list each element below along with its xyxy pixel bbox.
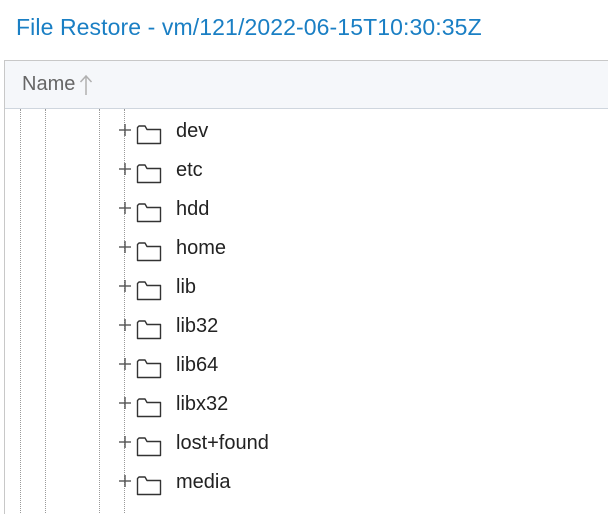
tree-row[interactable]: lost+found (5, 425, 608, 464)
tree-row-label: lib32 (176, 315, 219, 337)
plus-icon[interactable] (118, 201, 132, 215)
tree-row-label: home (176, 237, 227, 259)
folder-icon (136, 398, 162, 418)
tree-row[interactable]: home (5, 230, 608, 269)
title-bar: File Restore - vm/121/2022-06-15T10:30:3… (0, 0, 608, 60)
file-tree-grid: Name dev etc hdd home lib lib32 lib64 libx32 los… (4, 60, 608, 514)
folder-icon (136, 164, 162, 184)
tree-row[interactable]: lib32 (5, 308, 608, 347)
folder-icon (136, 242, 162, 262)
plus-icon[interactable] (118, 318, 132, 332)
plus-icon[interactable] (118, 396, 132, 410)
tree-row-label: lib64 (176, 354, 219, 376)
plus-icon[interactable] (118, 435, 132, 449)
tree-row[interactable]: lib64 (5, 347, 608, 386)
tree-row[interactable]: dev (5, 113, 608, 152)
tree-row[interactable]: etc (5, 152, 608, 191)
tree-row[interactable]: lib (5, 269, 608, 308)
tree-row-label: lib (176, 276, 197, 298)
folder-icon (136, 320, 162, 340)
folder-icon (136, 359, 162, 379)
arrow-up-icon (80, 74, 93, 95)
column-header-name[interactable]: Name (22, 73, 93, 96)
tree-row-label: etc (176, 159, 203, 181)
tree-row[interactable]: hdd (5, 191, 608, 230)
plus-icon[interactable] (118, 474, 132, 488)
folder-icon (136, 476, 162, 496)
folder-icon (136, 437, 162, 457)
tree-row-label: dev (176, 120, 209, 142)
folder-icon (136, 125, 162, 145)
tree-row[interactable]: media (5, 464, 608, 503)
tree-row-label: hdd (176, 198, 210, 220)
tree-row-label: media (176, 471, 231, 493)
tree-body: dev etc hdd home lib lib32 lib64 libx32 lost+fou… (5, 109, 608, 514)
plus-icon[interactable] (118, 357, 132, 371)
plus-icon[interactable] (118, 123, 132, 137)
column-header-name-label: Name (22, 73, 76, 95)
tree-row[interactable]: libx32 (5, 386, 608, 425)
plus-icon[interactable] (118, 279, 132, 293)
file-restore-window: File Restore - vm/121/2022-06-15T10:30:3… (0, 0, 608, 514)
tree-row-label: libx32 (176, 393, 229, 415)
window-title: File Restore - vm/121/2022-06-15T10:30:3… (16, 14, 482, 40)
folder-icon (136, 203, 162, 223)
folder-icon (136, 281, 162, 301)
plus-icon[interactable] (118, 162, 132, 176)
tree-row-label: lost+found (176, 432, 269, 454)
plus-icon[interactable] (118, 240, 132, 254)
grid-header: Name (5, 61, 608, 109)
